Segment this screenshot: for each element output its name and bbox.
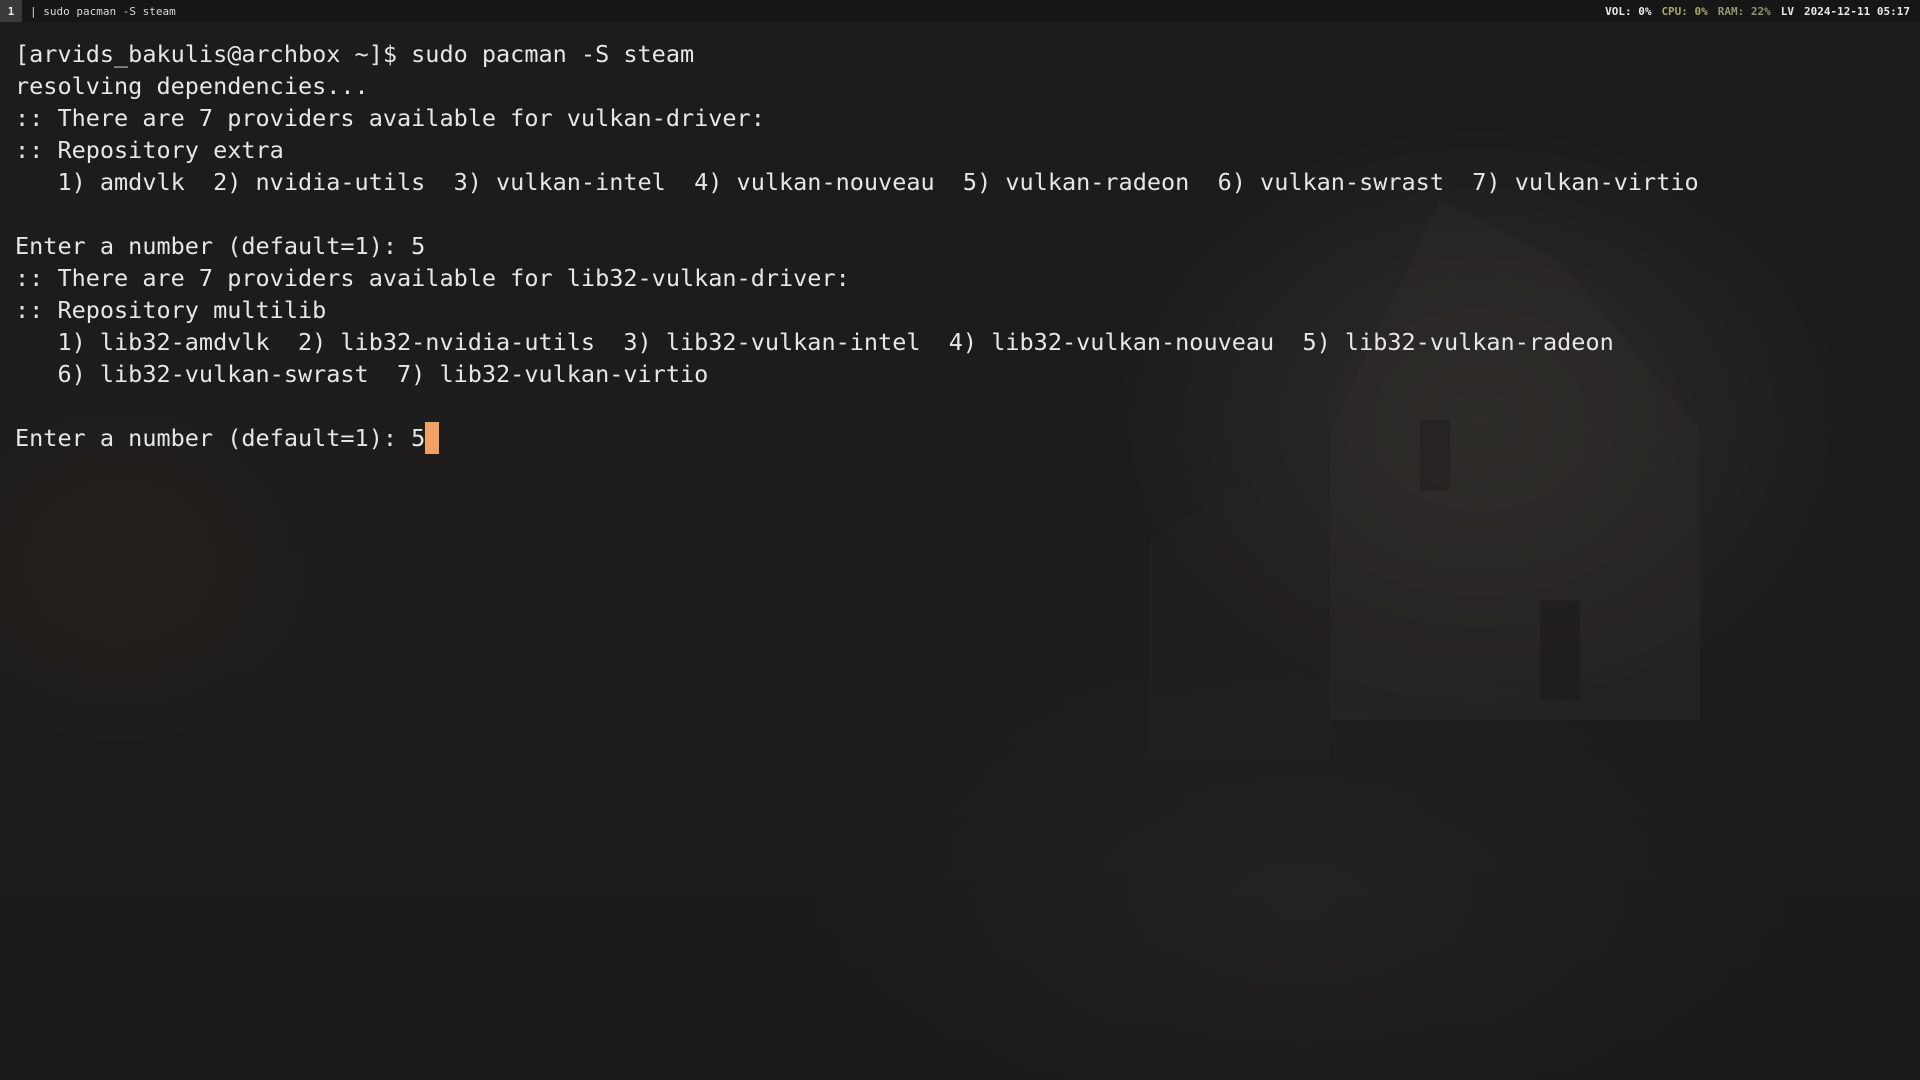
input-value[interactable]: 5 (411, 424, 425, 452)
terminal-line: 6) lib32-vulkan-swrast 7) lib32-vulkan-v… (15, 360, 709, 388)
terminal-line: 1) amdvlk 2) nvidia-utils 3) vulkan-inte… (15, 168, 1699, 196)
keyboard-layout[interactable]: LV (1781, 5, 1794, 18)
terminal-window[interactable]: [arvids_bakulis@archbox ~]$ sudo pacman … (15, 38, 1905, 454)
terminal-line: 1) lib32-amdvlk 2) lib32-nvidia-utils 3)… (15, 328, 1614, 356)
ram-status: RAM: 22% (1717, 4, 1771, 18)
workspace-indicator[interactable]: 1 (0, 0, 22, 22)
terminal-line: :: Repository multilib (15, 296, 327, 324)
terminal-line: :: Repository extra (15, 136, 284, 164)
terminal-line: :: There are 7 providers available for l… (15, 264, 850, 292)
volume-status[interactable]: VOL: 0% (1605, 5, 1651, 18)
terminal-line: resolving dependencies... (15, 72, 369, 100)
input-prompt: Enter a number (default=1): (15, 424, 412, 452)
terminal-cursor (425, 422, 440, 454)
terminal-line: Enter a number (default=1): 5 (15, 232, 426, 260)
system-status: VOL: 0% CPU: 0% RAM: 22% LV 2024-12-11 0… (1605, 5, 1920, 18)
terminal-line: :: There are 7 providers available for v… (15, 104, 765, 132)
window-title: | sudo pacman -S steam (30, 4, 176, 18)
status-bar: 1 | sudo pacman -S steam VOL: 0% CPU: 0%… (0, 0, 1920, 22)
cpu-status: CPU: 0% (1661, 4, 1708, 18)
terminal-input-line[interactable]: Enter a number (default=1): 5 (15, 422, 1905, 454)
terminal-line: [arvids_bakulis@archbox ~]$ sudo pacman … (15, 40, 695, 68)
clock: 2024-12-11 05:17 (1804, 4, 1910, 18)
